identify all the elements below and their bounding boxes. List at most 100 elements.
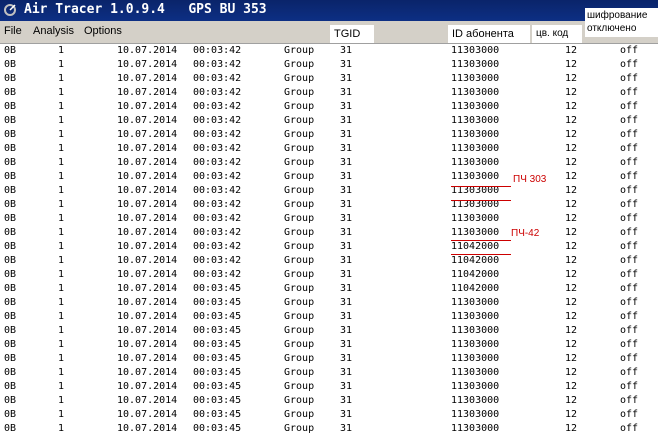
row-date: 10.07.2014 00:03:45 xyxy=(117,394,241,408)
table-row[interactable]: 0B 1 10.07.2014 00:03:42 Group 31 11303000 12 of… xyxy=(0,170,658,184)
table-row[interactable]: 0B 1 10.07.2014 00:03:45 Group 31 11303000 12 of… xyxy=(0,366,658,380)
row-subscriber-id: 11303000 xyxy=(451,311,500,322)
row-encryption: off xyxy=(620,241,639,252)
row-time: 00:03:42 xyxy=(193,59,242,70)
row-date: 10.07.2014 00:03:42 xyxy=(117,226,241,240)
row-call-type: Group xyxy=(284,241,315,252)
row-color-code: 12 xyxy=(565,423,578,434)
row-color-code: 12 xyxy=(565,87,578,98)
row-date-value: 10.07.2014 xyxy=(117,367,178,378)
row-call-type: Group xyxy=(284,269,315,280)
row-time: 00:03:42 xyxy=(193,241,242,252)
row-date: 10.07.2014 00:03:45 xyxy=(117,282,241,296)
row-tgid: 31 xyxy=(340,423,353,434)
row-slot: 1 xyxy=(58,87,65,98)
table-row[interactable]: 0B 1 10.07.2014 00:03:42 Group 31 11303000 12 of… xyxy=(0,114,658,128)
row-slot: 1 xyxy=(58,339,65,350)
row-date-value: 10.07.2014 xyxy=(117,283,178,294)
row-id: 0B xyxy=(4,59,17,70)
row-date: 10.07.2014 00:03:42 xyxy=(117,254,241,268)
row-date: 10.07.2014 00:03:45 xyxy=(117,366,241,380)
table-row[interactable]: 0B 1 10.07.2014 00:03:45 Group 31 11303000 12 of… xyxy=(0,324,658,338)
row-slot: 1 xyxy=(58,213,65,224)
row-subscriber-id: 11042000 xyxy=(451,283,500,294)
row-id: 0B xyxy=(4,115,17,126)
menu-options[interactable]: Options xyxy=(84,25,122,37)
row-id: 0B xyxy=(4,311,17,322)
row-tgid: 31 xyxy=(340,395,353,406)
row-call-type: Group xyxy=(284,59,315,70)
row-date: 10.07.2014 00:03:45 xyxy=(117,352,241,366)
table-row[interactable]: 0B 1 10.07.2014 00:03:45 Group 31 11303000 12 of… xyxy=(0,310,658,324)
row-slot: 1 xyxy=(58,101,65,112)
row-date-value: 10.07.2014 xyxy=(117,423,178,434)
row-tgid: 31 xyxy=(340,353,353,364)
table-row[interactable]: 0B 1 10.07.2014 00:03:42 Group 31 11042000 12 of… xyxy=(0,254,658,268)
table-row[interactable]: 0B 1 10.07.2014 00:03:42 Group 31 11303000 12 of… xyxy=(0,156,658,170)
row-date: 10.07.2014 00:03:42 xyxy=(117,114,241,128)
row-tgid: 31 xyxy=(340,87,353,98)
row-encryption: off xyxy=(620,59,639,70)
table-row[interactable]: 0B 1 10.07.2014 00:03:45 Group 31 11303000 12 of… xyxy=(0,408,658,422)
row-id: 0B xyxy=(4,381,17,392)
row-date: 10.07.2014 00:03:45 xyxy=(117,408,241,422)
row-call-type: Group xyxy=(284,185,315,196)
table-row[interactable]: 0B 1 10.07.2014 00:03:42 Group 31 11303000 12 of… xyxy=(0,212,658,226)
table-row[interactable]: 0B 1 10.07.2014 00:03:42 Group 31 11303000 12 of… xyxy=(0,198,658,212)
row-call-type: Group xyxy=(284,255,315,266)
table-row[interactable]: 0B 1 10.07.2014 00:03:42 Group 31 11303000 12 of… xyxy=(0,226,658,240)
row-date-value: 10.07.2014 xyxy=(117,59,178,70)
row-tgid: 31 xyxy=(340,171,353,182)
row-tgid: 31 xyxy=(340,339,353,350)
table-row[interactable]: 0B 1 10.07.2014 00:03:42 Group 31 11303000 12 of… xyxy=(0,72,658,86)
table-row[interactable]: 0B 1 10.07.2014 00:03:42 Group 31 11303000 12 of… xyxy=(0,184,658,198)
row-color-code: 12 xyxy=(565,213,578,224)
row-slot: 1 xyxy=(58,157,65,168)
row-color-code: 12 xyxy=(565,367,578,378)
row-id: 0B xyxy=(4,395,17,406)
table-row[interactable]: 0B 1 10.07.2014 00:03:45 Group 31 11303000 12 of… xyxy=(0,352,658,366)
row-id: 0B xyxy=(4,129,17,140)
row-slot: 1 xyxy=(58,325,65,336)
table-row[interactable]: 0B 1 10.07.2014 00:03:45 Group 31 11303000 12 of… xyxy=(0,394,658,408)
table-row[interactable]: 0B 1 10.07.2014 00:03:42 Group 31 11042000 12 of… xyxy=(0,268,658,282)
table-row[interactable]: 0B 1 10.07.2014 00:03:45 Group 31 11303000 12 of… xyxy=(0,422,658,436)
row-id: 0B xyxy=(4,185,17,196)
menu-analysis[interactable]: Analysis xyxy=(33,25,74,37)
title-bar[interactable]: Air Tracer 1.0.9.4 GPS BU 353 xyxy=(0,0,658,21)
row-id: 0B xyxy=(4,241,17,252)
annotation-underline xyxy=(451,254,511,255)
row-slot: 1 xyxy=(58,353,65,364)
row-call-type: Group xyxy=(284,297,315,308)
table-row[interactable]: 0B 1 10.07.2014 00:03:45 Group 31 11042000 12 of… xyxy=(0,282,658,296)
row-subscriber-id: 11303000 xyxy=(451,143,500,154)
table-row[interactable]: 0B 1 10.07.2014 00:03:45 Group 31 11303000 12 of… xyxy=(0,338,658,352)
row-subscriber-id: 11303000 xyxy=(451,59,500,70)
row-encryption: off xyxy=(620,73,639,84)
row-time: 00:03:42 xyxy=(193,255,242,266)
table-row[interactable]: 0B 1 10.07.2014 00:03:42 Group 31 11042000 12 of… xyxy=(0,240,658,254)
encryption-label-line1: шифрование xyxy=(587,10,648,21)
table-row[interactable]: 0B 1 10.07.2014 00:03:42 Group 31 11303000 12 of… xyxy=(0,44,658,58)
row-slot: 1 xyxy=(58,269,65,280)
row-encryption: off xyxy=(620,395,639,406)
table-row[interactable]: 0B 1 10.07.2014 00:03:42 Group 31 11303000 12 of… xyxy=(0,142,658,156)
row-color-code: 12 xyxy=(565,45,578,56)
row-date: 10.07.2014 00:03:45 xyxy=(117,324,241,338)
row-subscriber-id: 11303000 xyxy=(451,87,500,98)
row-subscriber-id: 11303000 xyxy=(451,157,500,168)
table-row[interactable]: 0B 1 10.07.2014 00:03:42 Group 31 11303000 12 of… xyxy=(0,100,658,114)
row-color-code: 12 xyxy=(565,339,578,350)
row-id: 0B xyxy=(4,171,17,182)
row-date-value: 10.07.2014 xyxy=(117,269,178,280)
table-row[interactable]: 0B 1 10.07.2014 00:03:45 Group 31 11303000 12 of… xyxy=(0,296,658,310)
table-row[interactable]: 0B 1 10.07.2014 00:03:42 Group 31 11303000 12 of… xyxy=(0,58,658,72)
table-row[interactable]: 0B 1 10.07.2014 00:03:45 Group 31 11303000 12 of… xyxy=(0,380,658,394)
row-id: 0B xyxy=(4,409,17,420)
menu-file[interactable]: File xyxy=(4,25,22,37)
row-id: 0B xyxy=(4,423,17,434)
row-tgid: 31 xyxy=(340,227,353,238)
row-date: 10.07.2014 00:03:42 xyxy=(117,268,241,282)
table-row[interactable]: 0B 1 10.07.2014 00:03:42 Group 31 11303000 12 of… xyxy=(0,86,658,100)
table-row[interactable]: 0B 1 10.07.2014 00:03:42 Group 31 11303000 12 of… xyxy=(0,128,658,142)
